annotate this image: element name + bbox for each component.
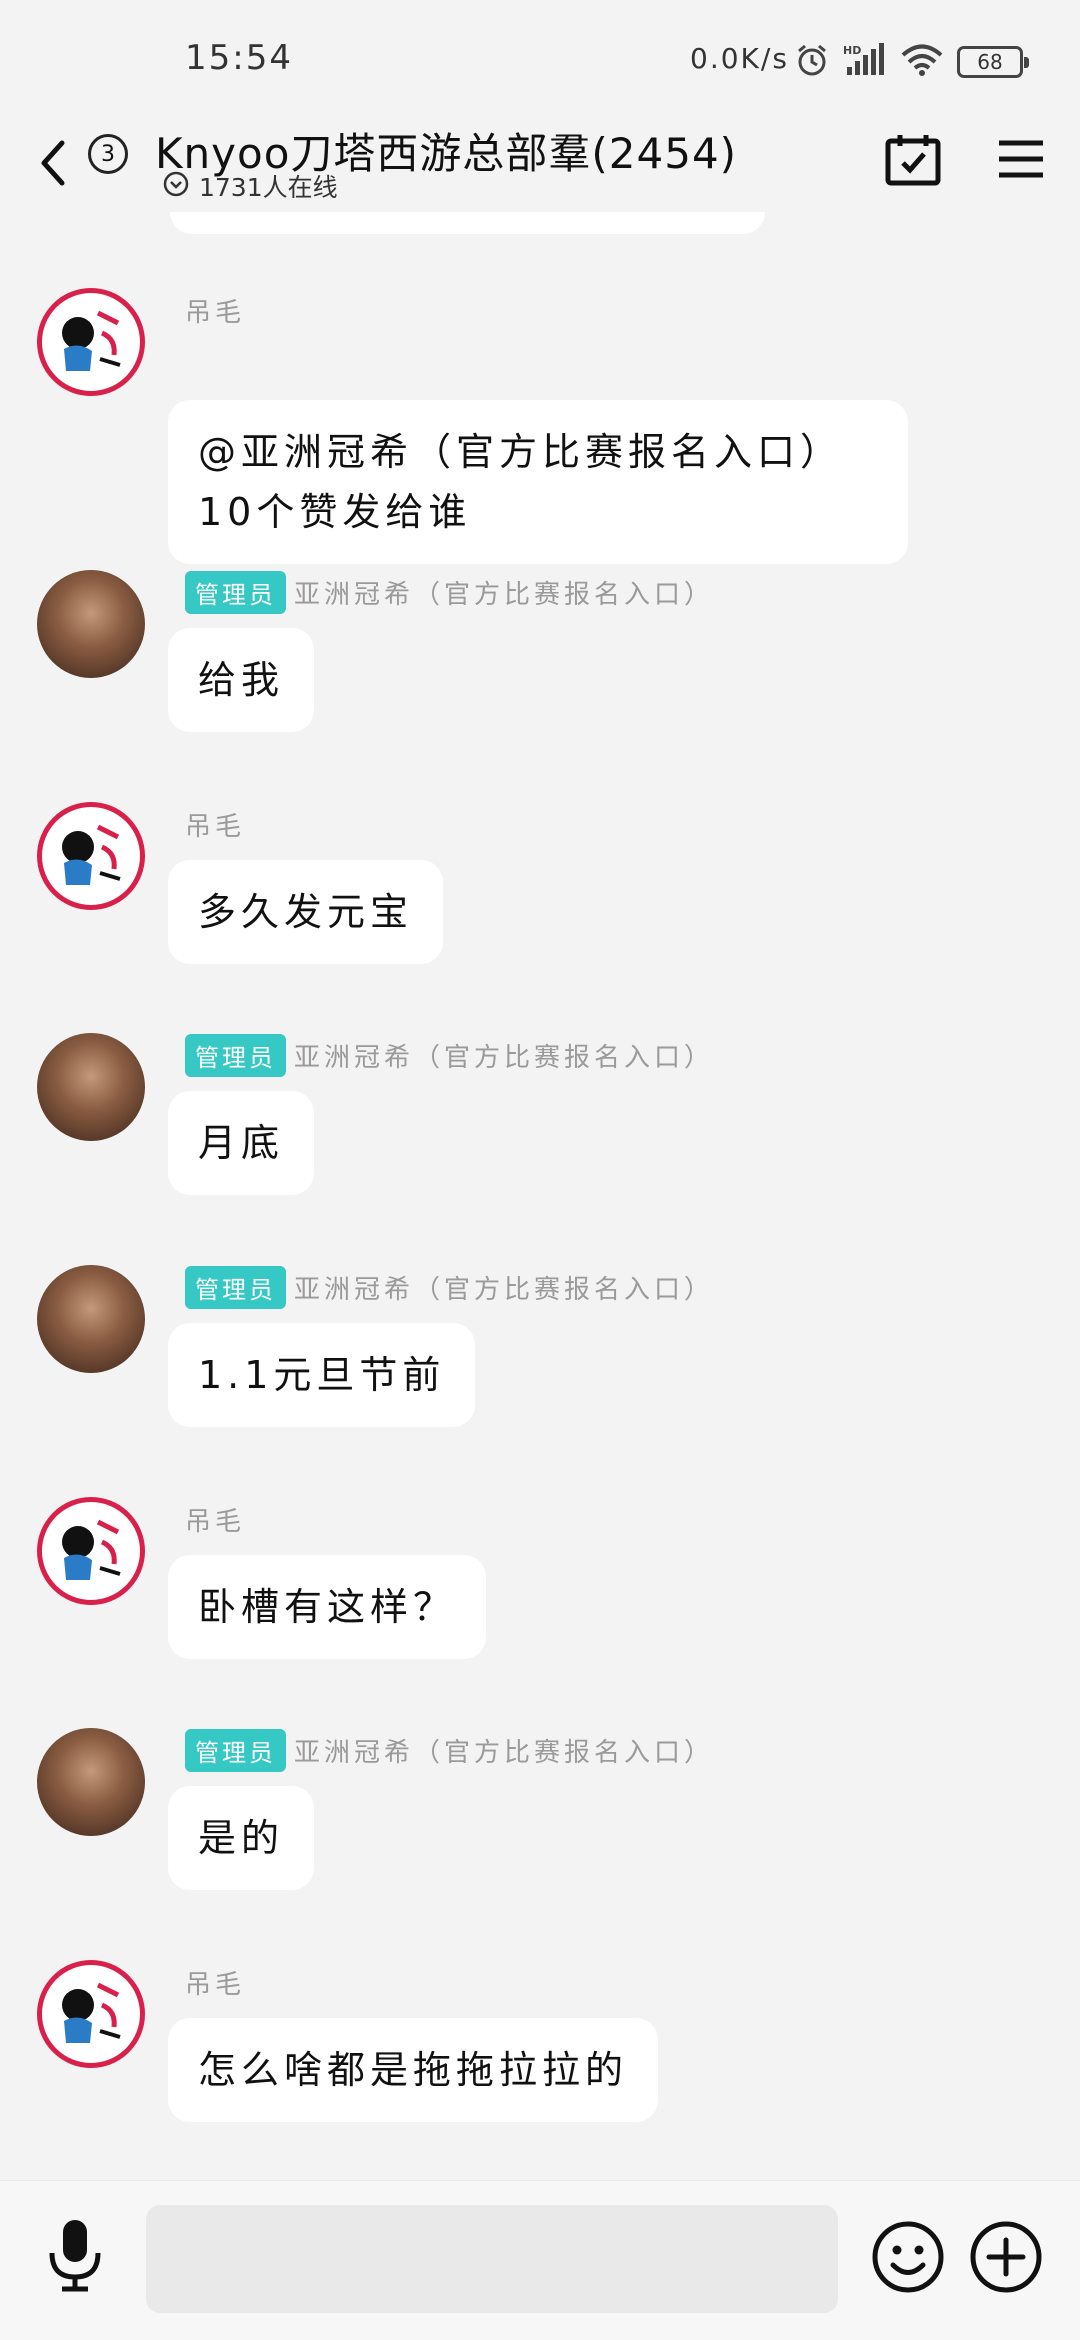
online-count: 1731人在线 bbox=[199, 173, 338, 202]
sender-info: 吊毛 bbox=[185, 1497, 245, 1541]
network-speed: 0.0K/s bbox=[690, 42, 789, 75]
sender-info: 吊毛 bbox=[185, 288, 245, 332]
sender-info: 管理员 亚洲冠希（官方比赛报名入口） bbox=[185, 1265, 714, 1309]
message-bubble[interactable]: @亚洲冠希（官方比赛报名入口） 10个赞发给谁 bbox=[168, 400, 908, 564]
avatar[interactable] bbox=[37, 1497, 145, 1605]
admin-badge: 管理员 bbox=[185, 1728, 286, 1772]
message-bubble[interactable]: 是的 bbox=[168, 1786, 315, 1890]
message-bubble[interactable]: 怎么啥都是拖拖拉拉的 bbox=[168, 2018, 659, 2122]
input-bar bbox=[0, 2180, 1080, 2340]
back-icon bbox=[38, 139, 66, 191]
battery-level: 68 bbox=[977, 50, 1003, 74]
sender-info: 吊毛 bbox=[185, 802, 245, 846]
admin-badge: 管理员 bbox=[185, 570, 286, 614]
avatar[interactable] bbox=[37, 1033, 145, 1141]
menu-button[interactable] bbox=[986, 126, 1056, 196]
online-status[interactable]: 1731人在线 bbox=[163, 168, 338, 204]
status-bar: 15:54 0.0K/s HD 68 bbox=[0, 0, 1080, 120]
emoji-button[interactable] bbox=[870, 2221, 946, 2297]
voice-button[interactable] bbox=[40, 2217, 110, 2297]
pinned-message-strip[interactable] bbox=[170, 212, 765, 234]
message-bubble[interactable]: 月底 bbox=[168, 1091, 315, 1195]
sender-info: 吊毛 bbox=[185, 1960, 245, 2004]
avatar[interactable] bbox=[37, 1960, 145, 2068]
wifi-icon bbox=[901, 44, 943, 80]
avatar[interactable] bbox=[37, 1728, 145, 1836]
alarm-icon bbox=[795, 43, 829, 81]
microphone-icon bbox=[46, 2217, 104, 2297]
sender-name[interactable]: 吊毛 bbox=[185, 292, 245, 329]
message-bubble[interactable]: 1.1元旦节前 bbox=[168, 1323, 476, 1427]
status-time: 15:54 bbox=[185, 38, 293, 78]
plus-icon bbox=[969, 2220, 1043, 2298]
avatar[interactable] bbox=[37, 570, 145, 678]
calendar-check-icon bbox=[884, 132, 942, 190]
sender-name[interactable]: 亚洲冠希（官方比赛报名入口） bbox=[294, 1037, 714, 1074]
unread-count-badge[interactable]: 3 bbox=[88, 134, 128, 174]
more-button[interactable] bbox=[968, 2221, 1044, 2297]
hd-signal-icon: HD bbox=[843, 43, 887, 81]
sender-name[interactable]: 吊毛 bbox=[185, 1964, 245, 2001]
message-bubble[interactable]: 卧槽有这样？ bbox=[168, 1555, 487, 1659]
chevron-down-icon bbox=[163, 171, 189, 201]
sender-name[interactable]: 吊毛 bbox=[185, 1501, 245, 1538]
avatar[interactable] bbox=[37, 1265, 145, 1373]
battery-icon: 68 bbox=[957, 46, 1029, 78]
sender-name[interactable]: 亚洲冠希（官方比赛报名入口） bbox=[294, 1732, 714, 1769]
sender-info: 管理员 亚洲冠希（官方比赛报名入口） bbox=[185, 1728, 714, 1772]
avatar[interactable] bbox=[37, 802, 145, 910]
sender-info: 管理员 亚洲冠希（官方比赛报名入口） bbox=[185, 1033, 714, 1077]
admin-badge: 管理员 bbox=[185, 1265, 286, 1309]
message-input[interactable] bbox=[146, 2205, 838, 2313]
admin-badge: 管理员 bbox=[185, 1033, 286, 1077]
calendar-button[interactable] bbox=[878, 126, 948, 196]
sender-name[interactable]: 亚洲冠希（官方比赛报名入口） bbox=[294, 574, 714, 611]
svg-text:HD: HD bbox=[843, 44, 861, 57]
sender-info: 管理员 亚洲冠希（官方比赛报名入口） bbox=[185, 570, 714, 614]
sender-name[interactable]: 亚洲冠希（官方比赛报名入口） bbox=[294, 1269, 714, 1306]
avatar[interactable] bbox=[37, 288, 145, 396]
message-bubble[interactable]: 多久发元宝 bbox=[168, 860, 444, 964]
sender-name[interactable]: 吊毛 bbox=[185, 806, 245, 843]
menu-icon bbox=[997, 139, 1045, 183]
message-bubble[interactable]: 给我 bbox=[168, 628, 315, 732]
emoji-icon bbox=[871, 2220, 945, 2298]
status-icons: HD 68 bbox=[795, 40, 1029, 84]
